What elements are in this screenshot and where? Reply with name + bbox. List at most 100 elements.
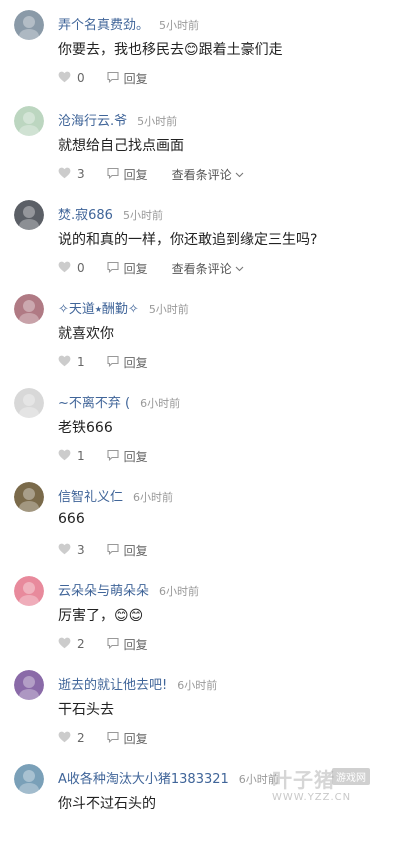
comment-time: 6小时前: [133, 491, 174, 504]
person-avatar-icon[interactable]: [14, 200, 44, 230]
like-button[interactable]: 1: [58, 449, 85, 464]
comment-time: 5小时前: [159, 19, 200, 32]
reply-icon: [107, 71, 124, 86]
like-button[interactable]: 2: [58, 731, 85, 746]
comment-username[interactable]: ~不离不弃 (: [58, 392, 130, 411]
like-button[interactable]: 3: [58, 543, 85, 558]
comment-actions: 0 回复: [58, 68, 148, 88]
view-replies-button[interactable]: 查看条评论: [172, 166, 244, 183]
like-count: 3: [77, 543, 85, 557]
chevron-down-icon: [232, 167, 244, 181]
comment-actions: 3 回复 查看条评论: [58, 164, 244, 184]
reply-button[interactable]: 回复: [107, 70, 148, 87]
comment-username[interactable]: 弄个名真费劲。: [58, 14, 149, 33]
reply-label: 回复: [123, 543, 148, 558]
sketch-avatar-icon[interactable]: [14, 388, 44, 418]
view-replies-label: 查看条评论: [171, 261, 232, 276]
comment-username[interactable]: A收各种淘汰大小猪1383321: [58, 768, 229, 787]
comment-item: 信智礼义仁 6小时前 666 3 回复: [0, 474, 412, 568]
comment-header: 云朵朵与萌朵朵 6小时前: [58, 580, 199, 600]
comment-time: 5小时前: [122, 209, 163, 222]
comment-time: 5小时前: [137, 115, 178, 128]
like-button[interactable]: 2: [58, 637, 85, 652]
comment-actions: 3 回复: [58, 540, 148, 560]
like-button[interactable]: 0: [58, 71, 85, 86]
cat-avatar-icon[interactable]: [14, 10, 44, 40]
reply-icon: [107, 543, 124, 558]
reply-icon: [107, 731, 124, 746]
reply-label: 回复: [123, 731, 148, 746]
comment-username[interactable]: 沧海行云.爷: [58, 110, 127, 129]
comment-actions: 2 回复: [58, 728, 148, 748]
comment-item: ~不离不弃 (6小时前 老铁666 1 回复: [0, 380, 412, 474]
comment-header: ~不离不弃 ( 6小时前: [58, 392, 180, 412]
comment-content: 说的和真的一样，你还敢追到缘定三生吗?: [58, 232, 318, 248]
comment-time: 6小时前: [140, 397, 181, 410]
comment-time: 6小时前: [159, 585, 200, 598]
heart-icon: [58, 261, 77, 276]
purple-field-avatar-icon[interactable]: [14, 670, 44, 700]
reply-label: 回复: [123, 637, 148, 652]
heart-icon: [58, 355, 77, 370]
pig-avatar-icon[interactable]: [14, 764, 44, 794]
reply-button[interactable]: 回复: [107, 448, 148, 465]
reply-label: 回复: [123, 449, 148, 464]
comment-username[interactable]: ✧天道⭑酬勤✧: [58, 298, 139, 317]
like-count: 1: [77, 355, 85, 369]
pink-flower-avatar-icon[interactable]: [14, 576, 44, 606]
comment-header: 弄个名真费劲。 5小时前: [58, 14, 199, 34]
comment-username[interactable]: 逝去的就让他去吧!: [58, 674, 167, 693]
like-button[interactable]: 3: [58, 167, 85, 182]
reply-icon: [107, 449, 124, 464]
reply-button[interactable]: 回复: [107, 730, 148, 747]
panda-avatar-icon[interactable]: [14, 106, 44, 136]
comment-item: 沧海行云.爷 5小时前就想给自己找点画面 3 回复 查看条评论: [0, 98, 412, 192]
comment-item: 逝去的就让他去吧! 6小时前干石头去 2 回复: [0, 662, 412, 756]
comment-content: 干石头去: [58, 702, 114, 718]
heart-icon: [58, 543, 77, 558]
reply-button[interactable]: 回复: [107, 260, 148, 277]
like-button[interactable]: 1: [58, 355, 85, 370]
comment-item: 云朵朵与萌朵朵 6小时前厉害了，😊😊 2 回复: [0, 568, 412, 662]
like-count: 0: [77, 71, 85, 85]
heart-icon: [58, 731, 77, 746]
comment-content: 就喜欢你: [58, 326, 114, 342]
comment-item: 焚.寂686 5小时前说的和真的一样，你还敢追到缘定三生吗? 0 回复 查看条评论: [0, 192, 412, 286]
comment-username[interactable]: 焚.寂686: [58, 204, 113, 223]
comment-content: 就想给自己找点画面: [58, 138, 184, 154]
comment-header: A收各种淘汰大小猪1383321 6小时前: [58, 768, 279, 788]
comment-item: A收各种淘汰大小猪1383321 6小时前你斗不过石头的: [0, 756, 412, 850]
comment-content: 666: [58, 511, 85, 527]
heart-icon: [58, 637, 77, 652]
reply-icon: [107, 355, 124, 370]
flower-avatar-icon[interactable]: [14, 294, 44, 324]
reply-label: 回复: [123, 261, 148, 276]
comment-content: 厉害了，😊😊: [58, 608, 144, 624]
comment-time: 6小时前: [177, 679, 218, 692]
comment-username[interactable]: 云朵朵与萌朵朵: [58, 580, 149, 599]
comment-header: 焚.寂686 5小时前: [58, 204, 163, 224]
reply-icon: [107, 261, 124, 276]
reply-button[interactable]: 回复: [107, 354, 148, 371]
comment-actions: 2 回复: [58, 634, 148, 654]
like-count: 2: [77, 731, 85, 745]
reply-label: 回复: [123, 355, 148, 370]
comment-actions: 0 回复 查看条评论: [58, 258, 244, 278]
reply-label: 回复: [123, 71, 148, 86]
comment-username[interactable]: 信智礼义仁: [58, 486, 123, 505]
comment-content: 你斗不过石头的: [58, 796, 156, 812]
like-count: 3: [77, 167, 85, 181]
comment-item: 弄个名真费劲。 5小时前 你要去，我也移民去😊跟着土豪们走 0 回复: [0, 2, 412, 96]
reply-button[interactable]: 回复: [107, 542, 148, 559]
like-count: 0: [77, 261, 85, 275]
reply-button[interactable]: 回复: [107, 166, 148, 183]
reply-label: 回复: [123, 167, 148, 182]
landscape-avatar-icon[interactable]: [14, 482, 44, 512]
reply-button[interactable]: 回复: [107, 636, 148, 653]
view-replies-button[interactable]: 查看条评论: [172, 260, 244, 277]
heart-icon: [58, 167, 77, 182]
like-button[interactable]: 0: [58, 261, 85, 276]
comment-header: 信智礼义仁 6小时前: [58, 486, 173, 506]
comment-actions: 1 回复: [58, 446, 148, 466]
comment-header: 沧海行云.爷 5小时前: [58, 110, 177, 130]
